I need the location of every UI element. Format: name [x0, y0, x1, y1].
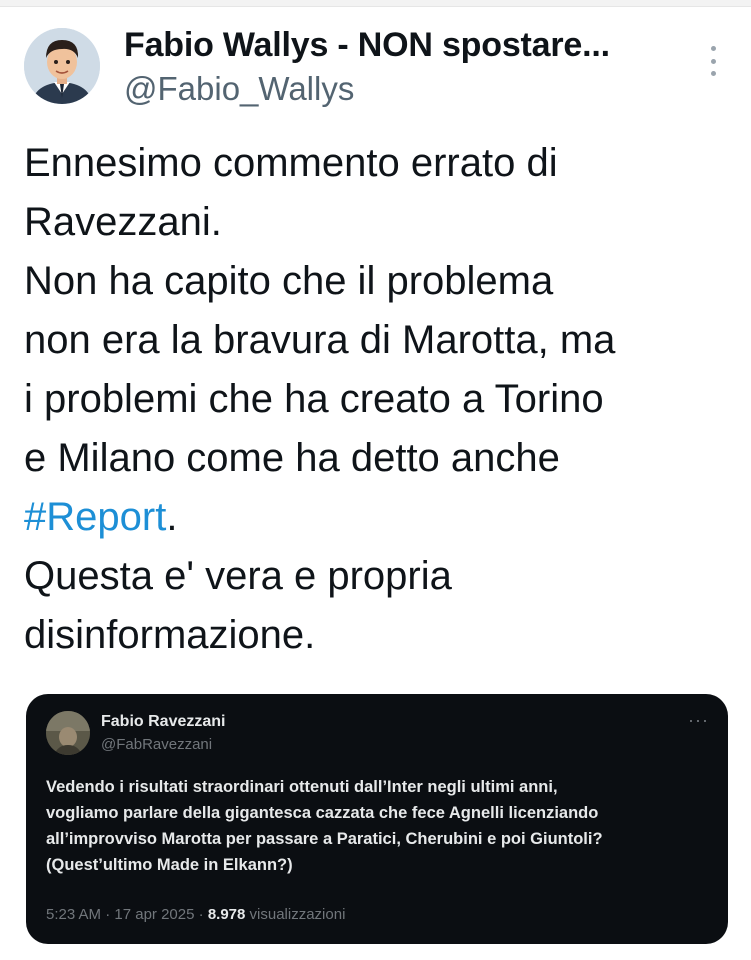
quoted-time[interactable]: 5:23 AM [46, 906, 101, 923]
hashtag-link[interactable]: #Report [24, 495, 166, 539]
quoted-avatar-photo-icon [46, 711, 90, 755]
tweet-line-hashtag: #Report. [24, 488, 724, 547]
author-avatar[interactable] [24, 28, 100, 104]
tweet-line: Ennesimo commento errato di [24, 141, 558, 185]
quoted-line: (Quest’ultimo Made in Elkann?) [46, 856, 293, 874]
more-horizontal-icon[interactable]: ··· [688, 710, 709, 731]
tweet-line: non era la bravura di Marotta, ma [24, 318, 616, 362]
quoted-author-avatar[interactable] [46, 711, 90, 755]
quoted-date[interactable]: 17 apr 2025 [114, 906, 194, 923]
tweet-line: Ravezzani. [24, 200, 222, 244]
tweet-text: Ennesimo commento errato di Ravezzani. N… [24, 134, 724, 665]
quoted-tweet-meta: 5:23 AM · 17 apr 2025 · 8.978 visualizza… [46, 906, 345, 923]
tweet-line: disinformazione. [24, 613, 316, 657]
more-vertical-icon[interactable] [700, 46, 726, 76]
meta-separator: · [198, 906, 204, 923]
author-handle[interactable]: @Fabio_Wallys [124, 70, 354, 108]
tweet-line: e Milano come ha detto anche [24, 436, 560, 480]
tweet-line: Non ha capito che il problema [24, 259, 554, 303]
quoted-author-handle[interactable]: @FabRavezzani [101, 736, 212, 753]
top-divider [0, 0, 751, 7]
author-name[interactable]: Fabio Wallys - NON spostare... [124, 26, 610, 65]
meta-separator: · [105, 906, 111, 923]
views-count: 8.978 [207, 906, 246, 923]
quoted-line: vogliamo parlare della gigantesca cazzat… [46, 804, 599, 822]
cartoon-man-avatar-icon [24, 28, 100, 104]
quoted-author-name[interactable]: Fabio Ravezzani [101, 713, 225, 731]
quoted-tweet-text: Vedendo i risultati straordinari ottenut… [46, 774, 716, 878]
quoted-tweet-card[interactable]: Fabio Ravezzani @FabRavezzani ··· Vedend… [26, 694, 728, 944]
hashtag-suffix: . [166, 495, 178, 539]
tweet-line: i problemi che ha creato a Torino [24, 377, 604, 421]
views-label: visualizzazioni [249, 906, 346, 923]
quoted-line: all’improvviso Marotta per passare a Par… [46, 830, 603, 848]
tweet-line: Questa e' vera e propria [24, 554, 452, 598]
quoted-line: Vedendo i risultati straordinari ottenut… [46, 778, 558, 796]
